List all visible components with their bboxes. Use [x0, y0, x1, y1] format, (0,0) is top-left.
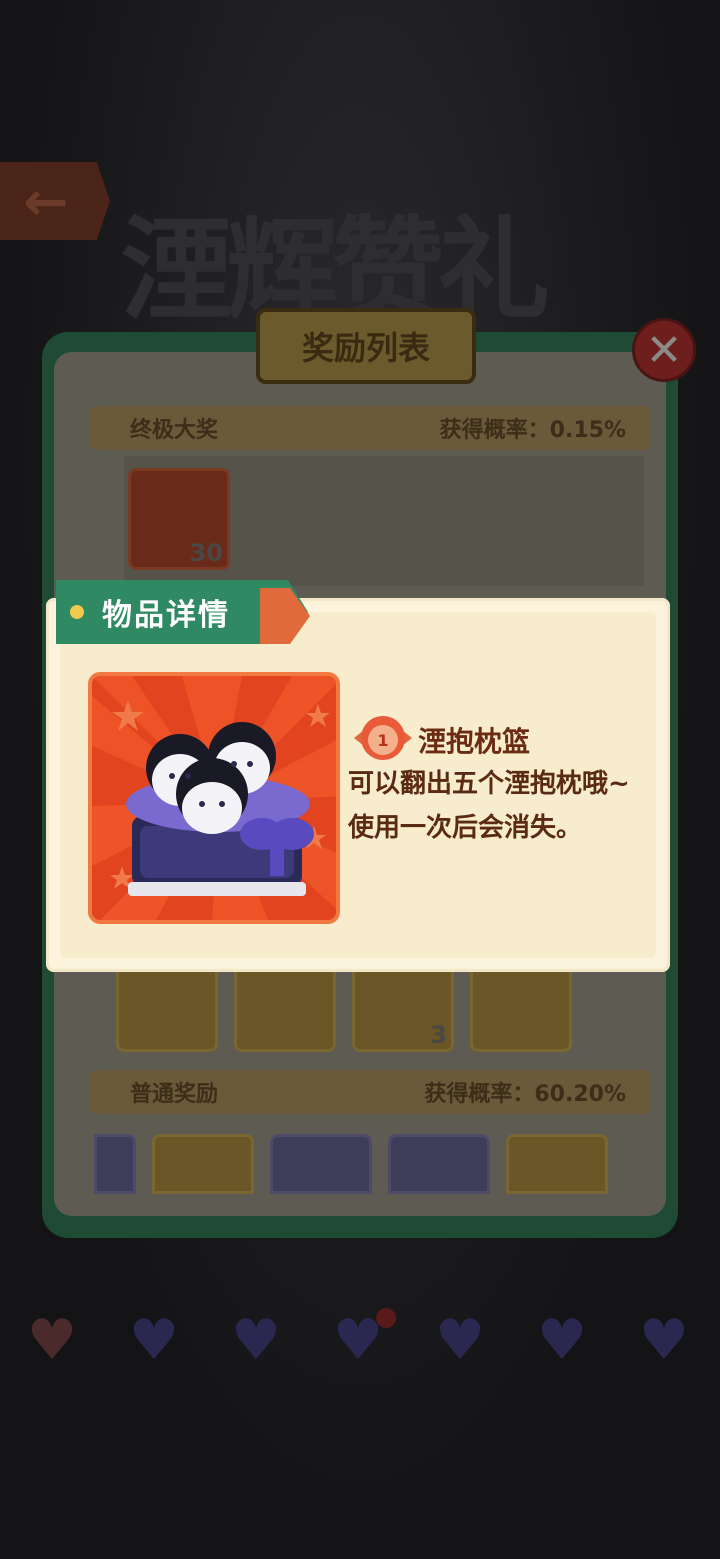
- heart-icon[interactable]: ♥: [430, 1313, 490, 1369]
- item-quantity: 30: [189, 539, 223, 567]
- section-rate: 获得概率：60.20%: [424, 1082, 626, 1107]
- grand-prize-grid: 30: [124, 456, 644, 586]
- item-name: 湮抱枕篮: [418, 725, 531, 758]
- pillow-basket-icon: [92, 676, 336, 920]
- reward-item[interactable]: [506, 1134, 608, 1194]
- section-name: 普通奖励: [130, 1082, 219, 1107]
- heart-icon[interactable]: ♥: [634, 1313, 694, 1369]
- heart-icon[interactable]: ♥: [124, 1313, 184, 1369]
- close-icon: ✕: [645, 324, 683, 376]
- section-rate: 获得概率：0.15%: [439, 418, 626, 443]
- reward-list-title: 奖励列表: [256, 308, 476, 384]
- heart-icon[interactable]: ♥: [22, 1313, 82, 1369]
- bullet-dot: [70, 605, 84, 619]
- rarity-badge-icon: 1: [354, 712, 412, 764]
- section-name: 终极大奖: [130, 418, 219, 443]
- reward-item[interactable]: [94, 1134, 136, 1194]
- section-grand-prize: 终极大奖 获得概率：0.15%: [90, 406, 650, 450]
- close-button[interactable]: ✕: [632, 318, 696, 382]
- heart-icon[interactable]: ♥: [532, 1313, 592, 1369]
- section-normal-rewards: 普通奖励 获得概率：60.20%: [90, 1070, 650, 1114]
- reward-item[interactable]: [388, 1134, 490, 1194]
- item-quantity: 3: [430, 1021, 447, 1049]
- grand-prize-item[interactable]: 30: [128, 468, 230, 570]
- rarity-number: 1: [377, 731, 388, 750]
- reward-item[interactable]: [152, 1134, 254, 1194]
- item-description: 可以翻出五个湮抱枕哦~ 使用一次后会消失。: [348, 769, 630, 843]
- item-image-card: [88, 672, 340, 924]
- heart-icon[interactable]: ♥: [226, 1313, 286, 1369]
- notification-dot: [376, 1308, 396, 1328]
- arrow-left-icon: ←: [23, 169, 69, 233]
- hearts-bar: ♥ ♥ ♥ ♥ ♥ ♥ ♥: [0, 1296, 720, 1376]
- back-button[interactable]: ←: [0, 162, 110, 240]
- detail-banner-label: 物品详情: [102, 598, 230, 633]
- reward-item[interactable]: [270, 1134, 372, 1194]
